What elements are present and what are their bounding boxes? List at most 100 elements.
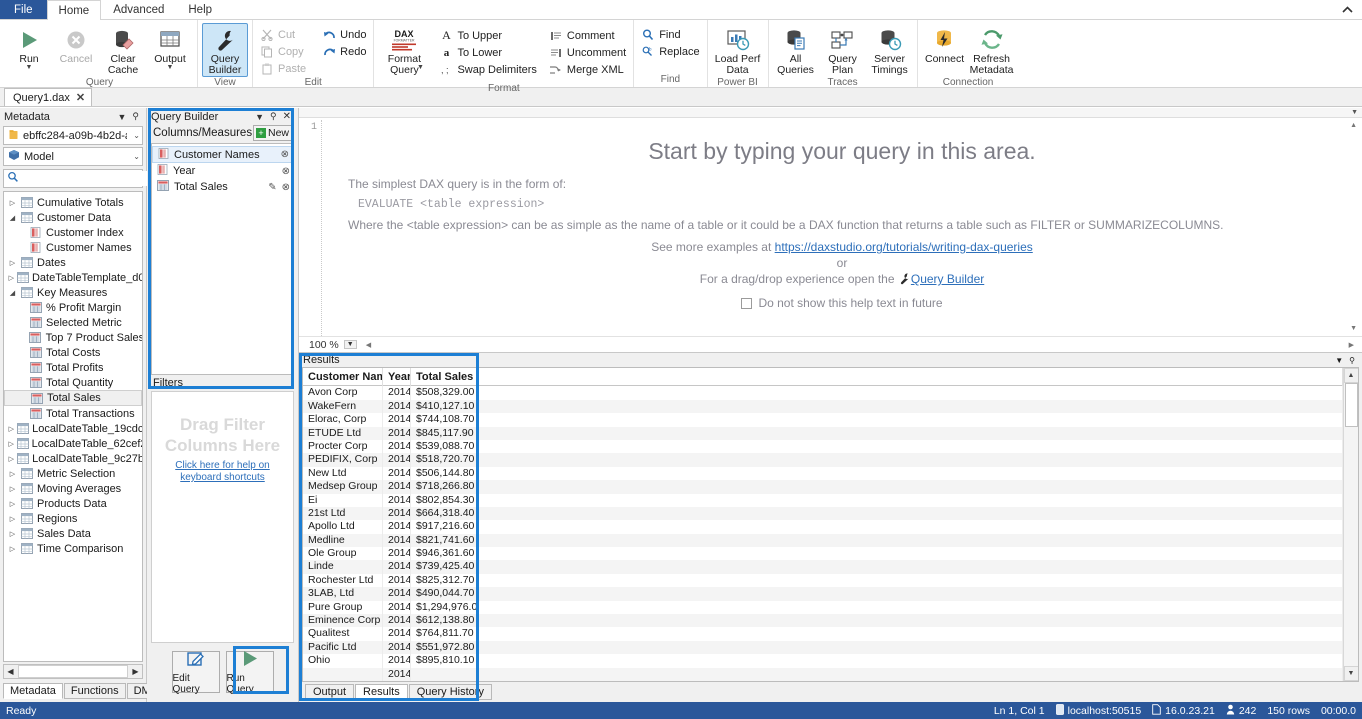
results-tab-output[interactable]: Output [305,684,354,700]
cancel-button[interactable]: Cancel [53,23,99,66]
close-icon[interactable]: ✕ [76,91,85,104]
find-button[interactable]: Find [638,26,702,43]
expand-collapse-right-icon[interactable]: ▷ [6,199,19,207]
tree-node-localdatetable-62cef255-0[interactable]: ▷LocalDateTable_62cef255-0 [4,436,142,451]
table-row[interactable]: Medline2014$821,741.60 [303,534,1343,547]
expand-collapse-right-icon[interactable]: ▷ [6,470,19,478]
chevron-down-icon[interactable]: ▼ [114,112,129,122]
tree-node-profit-margin[interactable]: % Profit Margin [4,300,142,315]
chevron-down-icon[interactable]: ⌄ [131,131,140,140]
tree-node-localdatetable-19cdc2e1[interactable]: ▷LocalDateTable_19cdc2e1- [4,421,142,436]
column-header-year[interactable]: Year [383,368,411,386]
undo-button[interactable]: Undo [319,26,369,43]
tree-node-metric-selection[interactable]: ▷Metric Selection [4,466,142,481]
tree-node-top-7-product-sales[interactable]: Top 7 Product Sales [4,330,142,345]
menu-file[interactable]: File [0,0,47,19]
editor-hscroll-left-arrow-icon[interactable]: ◀ [366,341,371,349]
table-row[interactable]: Pure Group2014$1,294,976.00 [303,601,1343,614]
tree-node-selected-metric[interactable]: Selected Metric [4,315,142,330]
paste-button[interactable]: Paste [257,60,309,77]
tree-node-total-sales[interactable]: Total Sales [4,390,142,406]
table-row[interactable]: Pacific Ltd2014$551,972.80 [303,641,1343,654]
table-row[interactable]: 2014 [303,668,1343,681]
table-row[interactable]: Procter Corp2014$539,088.70 [303,440,1343,453]
tree-node-customer-index[interactable]: Customer Index [4,225,142,240]
table-row[interactable]: Avon Corp2014$508,329.00 [303,386,1343,399]
results-tab-results[interactable]: Results [355,684,408,700]
column-header-total-sales[interactable]: Total Sales [411,368,479,386]
chevron-down-icon[interactable]: ⌄ [131,152,140,161]
keyboard-shortcuts-link-line2[interactable]: keyboard shortcuts [180,472,265,484]
tree-node-datetabletemplate-d095fb[interactable]: ▷DateTableTemplate_d095fb [4,270,142,285]
expand-collapse-right-icon[interactable]: ▷ [6,440,16,448]
table-row[interactable]: Ei2014$802,854.30 [303,494,1343,507]
table-row[interactable]: Ohio2014$895,810.10 [303,654,1343,667]
expand-collapse-right-icon[interactable]: ▷ [6,530,19,538]
table-row[interactable]: Ole Group2014$946,361.60 [303,547,1343,560]
clear-cache-button[interactable]: Clear Cache [100,23,146,77]
query-builder-link[interactable]: Query Builder [911,272,984,286]
load-perf-data-button[interactable]: Load Perf Data [712,23,764,77]
tree-node-key-measures[interactable]: ◢Key Measures [4,285,142,300]
menu-tab-help[interactable]: Help [176,0,224,19]
table-row[interactable]: Eminence Corp2014$612,138.80 [303,614,1343,627]
remove-icon[interactable]: ⊗ [282,182,290,193]
all-queries-button[interactable]: All Queries [773,23,819,77]
scroll-right-arrow-icon[interactable]: ▶ [129,667,142,676]
tree-node-regions[interactable]: ▷Regions [4,511,142,526]
scroll-up-arrow-icon[interactable]: ▲ [1344,368,1359,383]
server-timings-button[interactable]: Server Timings [867,23,913,77]
expand-collapse-right-icon[interactable]: ▷ [6,455,17,463]
qb-item-total-sales[interactable]: Total Sales✎⊗ [152,179,293,195]
tree-node-total-transactions[interactable]: Total Transactions [4,406,142,421]
chevron-down-icon[interactable]: ▼ [167,65,174,71]
expand-collapse-right-icon[interactable]: ▷ [6,515,19,523]
run-button[interactable]: Run ▼ [6,23,52,72]
scroll-thumb[interactable] [1345,383,1358,427]
status-server[interactable]: localhost:50515 [1056,704,1142,718]
edit-pencil-icon[interactable]: ✎ [268,182,276,193]
chevron-down-icon[interactable]: ▼ [26,65,33,71]
replace-button[interactable]: b Replace [638,43,702,60]
do-not-show-checkbox[interactable] [741,298,752,309]
tree-node-total-profits[interactable]: Total Profits [4,360,142,375]
cut-button[interactable]: Cut [257,26,309,43]
expand-collapse-right-icon[interactable]: ▷ [6,259,19,267]
query-plan-button[interactable]: Query Plan [820,23,866,77]
to-lower-button[interactable]: a To Lower [436,44,539,61]
swap-delimiters-button[interactable]: ,; Swap Delimiters [436,61,539,78]
query-builder-button[interactable]: Query Builder [202,23,248,77]
tree-node-time-comparison[interactable]: ▷Time Comparison [4,541,142,556]
connect-button[interactable]: Connect [922,23,968,66]
query-builder-columns-list[interactable]: Customer Names⊗Year⊗Total Sales✎⊗ [151,143,294,375]
qb-item-customer-names[interactable]: Customer Names⊗ [152,146,293,163]
scroll-left-arrow-icon[interactable]: ◀ [4,667,17,676]
metadata-hscrollbar[interactable]: ◀ ▶ [3,664,143,679]
table-row[interactable]: 3LAB, Ltd2014$490,044.70 [303,587,1343,600]
table-row[interactable]: WakeFern2014$410,127.10 [303,400,1343,413]
metadata-search-box[interactable] [3,169,143,188]
metadata-tab-metadata[interactable]: Metadata [3,683,63,699]
menu-tab-home[interactable]: Home [47,0,102,21]
chevron-down-icon[interactable]: ▼ [252,112,267,122]
results-grid-rows[interactable]: Avon Corp2014$508,329.00WakeFern2014$410… [303,386,1343,681]
help-checkbox-row[interactable]: Do not show this help text in future [348,296,1336,310]
metadata-tree[interactable]: ▷Cumulative Totals◢Customer DataCustomer… [3,191,143,662]
chevron-down-icon[interactable]: ▼ [1332,356,1346,365]
expand-collapse-down-icon[interactable]: ◢ [6,289,19,297]
tree-node-localdatetable-9c27bc4b[interactable]: ▷LocalDateTable_9c27bc4b- [4,451,142,466]
keyboard-shortcuts-link-line1[interactable]: Click here for help on [175,460,270,472]
format-query-button[interactable]: DAX FORMATTER Format Query ▼ [378,23,430,83]
editor-body[interactable]: 1 Start by typing your query in this are… [299,118,1362,336]
comment-button[interactable]: Comment [546,27,629,44]
table-row[interactable]: 21st Ltd2014$664,318.40 [303,507,1343,520]
expand-collapse-down-icon[interactable]: ◢ [6,214,19,222]
tree-node-customer-data[interactable]: ◢Customer Data [4,210,142,225]
metadata-tab-functions[interactable]: Functions [64,683,126,699]
table-row[interactable]: New Ltd2014$506,144.80 [303,467,1343,480]
to-upper-button[interactable]: A To Upper [436,27,539,44]
tree-node-sales-data[interactable]: ▷Sales Data [4,526,142,541]
remove-icon[interactable]: ⊗ [281,149,289,160]
results-vertical-scrollbar[interactable]: ▲ ▼ [1343,368,1358,681]
table-row[interactable]: Qualitest2014$764,811.70 [303,627,1343,640]
